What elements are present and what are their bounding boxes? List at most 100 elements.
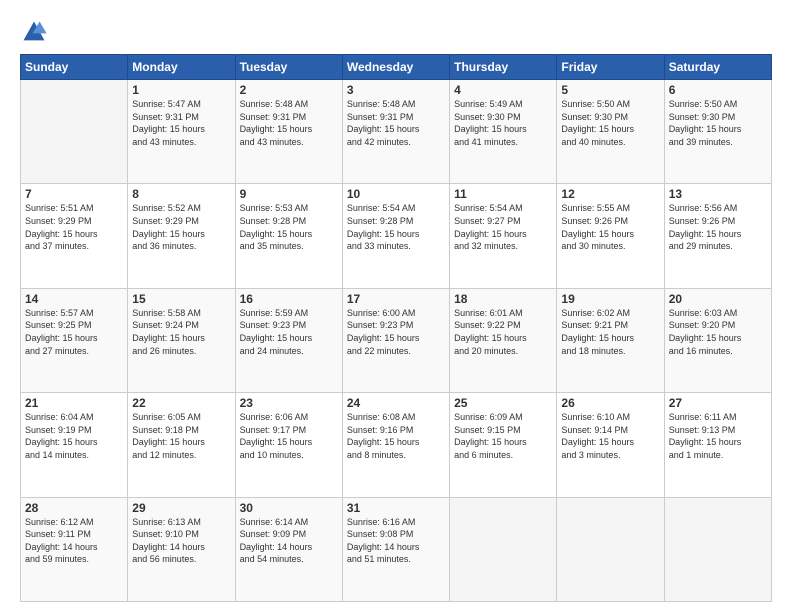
day-info: Sunrise: 5:48 AM Sunset: 9:31 PM Dayligh… [240,98,338,148]
day-info: Sunrise: 5:50 AM Sunset: 9:30 PM Dayligh… [669,98,767,148]
logo [20,18,52,46]
calendar-cell: 18Sunrise: 6:01 AM Sunset: 9:22 PM Dayli… [450,288,557,392]
day-info: Sunrise: 6:09 AM Sunset: 9:15 PM Dayligh… [454,411,552,461]
day-info: Sunrise: 5:52 AM Sunset: 9:29 PM Dayligh… [132,202,230,252]
day-number: 30 [240,501,338,515]
calendar-cell [450,497,557,601]
weekday-header: Thursday [450,55,557,80]
day-info: Sunrise: 6:13 AM Sunset: 9:10 PM Dayligh… [132,516,230,566]
day-info: Sunrise: 5:57 AM Sunset: 9:25 PM Dayligh… [25,307,123,357]
day-info: Sunrise: 6:06 AM Sunset: 9:17 PM Dayligh… [240,411,338,461]
day-info: Sunrise: 5:50 AM Sunset: 9:30 PM Dayligh… [561,98,659,148]
calendar-cell: 22Sunrise: 6:05 AM Sunset: 9:18 PM Dayli… [128,393,235,497]
day-info: Sunrise: 5:54 AM Sunset: 9:28 PM Dayligh… [347,202,445,252]
day-number: 29 [132,501,230,515]
calendar: SundayMondayTuesdayWednesdayThursdayFrid… [20,54,772,602]
day-info: Sunrise: 6:04 AM Sunset: 9:19 PM Dayligh… [25,411,123,461]
calendar-cell: 17Sunrise: 6:00 AM Sunset: 9:23 PM Dayli… [342,288,449,392]
day-number: 2 [240,83,338,97]
day-info: Sunrise: 6:10 AM Sunset: 9:14 PM Dayligh… [561,411,659,461]
calendar-cell: 23Sunrise: 6:06 AM Sunset: 9:17 PM Dayli… [235,393,342,497]
logo-icon [20,18,48,46]
day-number: 8 [132,187,230,201]
day-number: 20 [669,292,767,306]
calendar-cell: 11Sunrise: 5:54 AM Sunset: 9:27 PM Dayli… [450,184,557,288]
day-number: 21 [25,396,123,410]
calendar-cell [21,80,128,184]
day-number: 17 [347,292,445,306]
calendar-cell: 10Sunrise: 5:54 AM Sunset: 9:28 PM Dayli… [342,184,449,288]
day-number: 25 [454,396,552,410]
calendar-cell [664,497,771,601]
day-number: 3 [347,83,445,97]
day-number: 7 [25,187,123,201]
day-info: Sunrise: 5:55 AM Sunset: 9:26 PM Dayligh… [561,202,659,252]
day-info: Sunrise: 6:11 AM Sunset: 9:13 PM Dayligh… [669,411,767,461]
calendar-cell: 31Sunrise: 6:16 AM Sunset: 9:08 PM Dayli… [342,497,449,601]
calendar-cell: 24Sunrise: 6:08 AM Sunset: 9:16 PM Dayli… [342,393,449,497]
calendar-week-row: 21Sunrise: 6:04 AM Sunset: 9:19 PM Dayli… [21,393,772,497]
weekday-header: Wednesday [342,55,449,80]
day-info: Sunrise: 6:02 AM Sunset: 9:21 PM Dayligh… [561,307,659,357]
day-number: 24 [347,396,445,410]
header [20,18,772,46]
calendar-cell: 15Sunrise: 5:58 AM Sunset: 9:24 PM Dayli… [128,288,235,392]
calendar-cell: 26Sunrise: 6:10 AM Sunset: 9:14 PM Dayli… [557,393,664,497]
calendar-week-row: 14Sunrise: 5:57 AM Sunset: 9:25 PM Dayli… [21,288,772,392]
calendar-cell: 1Sunrise: 5:47 AM Sunset: 9:31 PM Daylig… [128,80,235,184]
calendar-cell: 16Sunrise: 5:59 AM Sunset: 9:23 PM Dayli… [235,288,342,392]
day-number: 1 [132,83,230,97]
calendar-week-row: 28Sunrise: 6:12 AM Sunset: 9:11 PM Dayli… [21,497,772,601]
calendar-cell: 20Sunrise: 6:03 AM Sunset: 9:20 PM Dayli… [664,288,771,392]
day-number: 19 [561,292,659,306]
day-number: 23 [240,396,338,410]
day-info: Sunrise: 6:00 AM Sunset: 9:23 PM Dayligh… [347,307,445,357]
calendar-cell: 12Sunrise: 5:55 AM Sunset: 9:26 PM Dayli… [557,184,664,288]
weekday-header: Friday [557,55,664,80]
day-info: Sunrise: 6:12 AM Sunset: 9:11 PM Dayligh… [25,516,123,566]
day-number: 15 [132,292,230,306]
weekday-header: Tuesday [235,55,342,80]
weekday-header: Saturday [664,55,771,80]
day-number: 9 [240,187,338,201]
day-info: Sunrise: 5:51 AM Sunset: 9:29 PM Dayligh… [25,202,123,252]
day-info: Sunrise: 6:16 AM Sunset: 9:08 PM Dayligh… [347,516,445,566]
day-number: 12 [561,187,659,201]
day-info: Sunrise: 6:14 AM Sunset: 9:09 PM Dayligh… [240,516,338,566]
day-number: 5 [561,83,659,97]
day-info: Sunrise: 5:59 AM Sunset: 9:23 PM Dayligh… [240,307,338,357]
calendar-cell: 8Sunrise: 5:52 AM Sunset: 9:29 PM Daylig… [128,184,235,288]
weekday-header: Monday [128,55,235,80]
weekday-row: SundayMondayTuesdayWednesdayThursdayFrid… [21,55,772,80]
calendar-cell: 4Sunrise: 5:49 AM Sunset: 9:30 PM Daylig… [450,80,557,184]
day-number: 26 [561,396,659,410]
calendar-cell: 5Sunrise: 5:50 AM Sunset: 9:30 PM Daylig… [557,80,664,184]
calendar-cell: 2Sunrise: 5:48 AM Sunset: 9:31 PM Daylig… [235,80,342,184]
weekday-header: Sunday [21,55,128,80]
day-number: 27 [669,396,767,410]
day-info: Sunrise: 5:58 AM Sunset: 9:24 PM Dayligh… [132,307,230,357]
day-number: 10 [347,187,445,201]
day-number: 6 [669,83,767,97]
calendar-cell: 9Sunrise: 5:53 AM Sunset: 9:28 PM Daylig… [235,184,342,288]
day-number: 18 [454,292,552,306]
page: SundayMondayTuesdayWednesdayThursdayFrid… [0,0,792,612]
calendar-cell: 19Sunrise: 6:02 AM Sunset: 9:21 PM Dayli… [557,288,664,392]
calendar-body: 1Sunrise: 5:47 AM Sunset: 9:31 PM Daylig… [21,80,772,602]
day-info: Sunrise: 5:47 AM Sunset: 9:31 PM Dayligh… [132,98,230,148]
day-number: 16 [240,292,338,306]
day-info: Sunrise: 5:54 AM Sunset: 9:27 PM Dayligh… [454,202,552,252]
calendar-week-row: 1Sunrise: 5:47 AM Sunset: 9:31 PM Daylig… [21,80,772,184]
day-info: Sunrise: 6:03 AM Sunset: 9:20 PM Dayligh… [669,307,767,357]
calendar-cell: 6Sunrise: 5:50 AM Sunset: 9:30 PM Daylig… [664,80,771,184]
day-number: 31 [347,501,445,515]
calendar-cell: 27Sunrise: 6:11 AM Sunset: 9:13 PM Dayli… [664,393,771,497]
day-info: Sunrise: 5:53 AM Sunset: 9:28 PM Dayligh… [240,202,338,252]
calendar-header: SundayMondayTuesdayWednesdayThursdayFrid… [21,55,772,80]
calendar-cell: 25Sunrise: 6:09 AM Sunset: 9:15 PM Dayli… [450,393,557,497]
day-number: 11 [454,187,552,201]
calendar-cell: 30Sunrise: 6:14 AM Sunset: 9:09 PM Dayli… [235,497,342,601]
calendar-cell: 7Sunrise: 5:51 AM Sunset: 9:29 PM Daylig… [21,184,128,288]
calendar-cell: 29Sunrise: 6:13 AM Sunset: 9:10 PM Dayli… [128,497,235,601]
day-info: Sunrise: 6:01 AM Sunset: 9:22 PM Dayligh… [454,307,552,357]
